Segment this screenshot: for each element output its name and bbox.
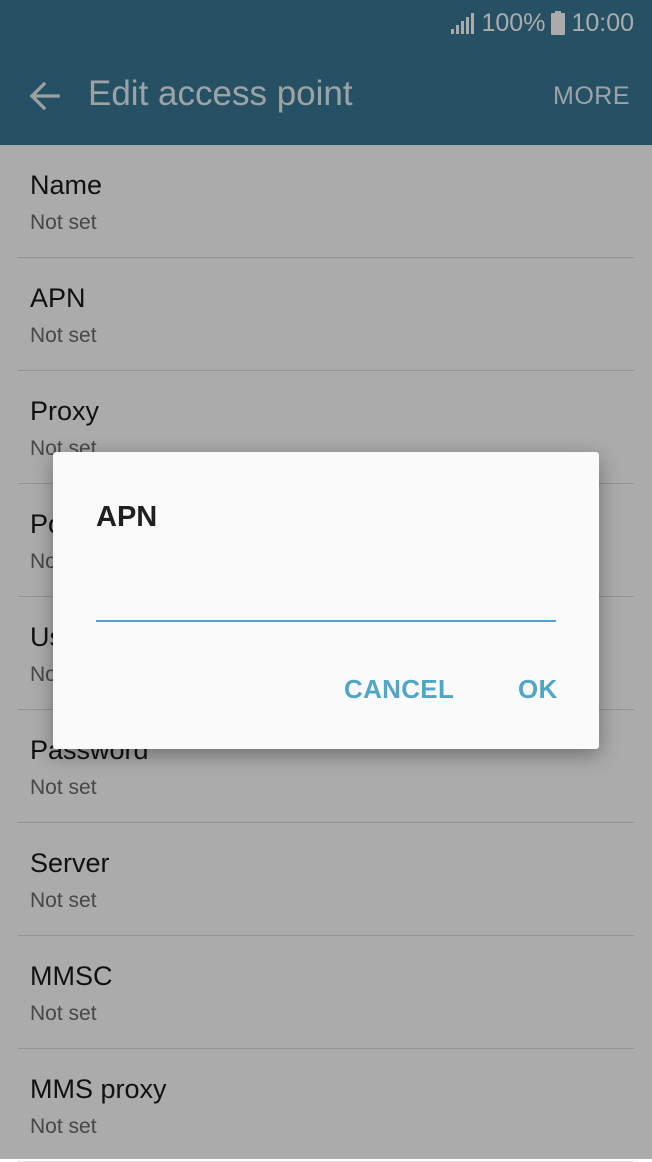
apn-dialog: APN CANCEL OK xyxy=(53,452,599,749)
dialog-title: APN xyxy=(96,501,158,533)
ok-button[interactable]: OK xyxy=(518,674,558,705)
cancel-button[interactable]: CANCEL xyxy=(344,674,454,705)
apn-input[interactable] xyxy=(96,572,556,622)
